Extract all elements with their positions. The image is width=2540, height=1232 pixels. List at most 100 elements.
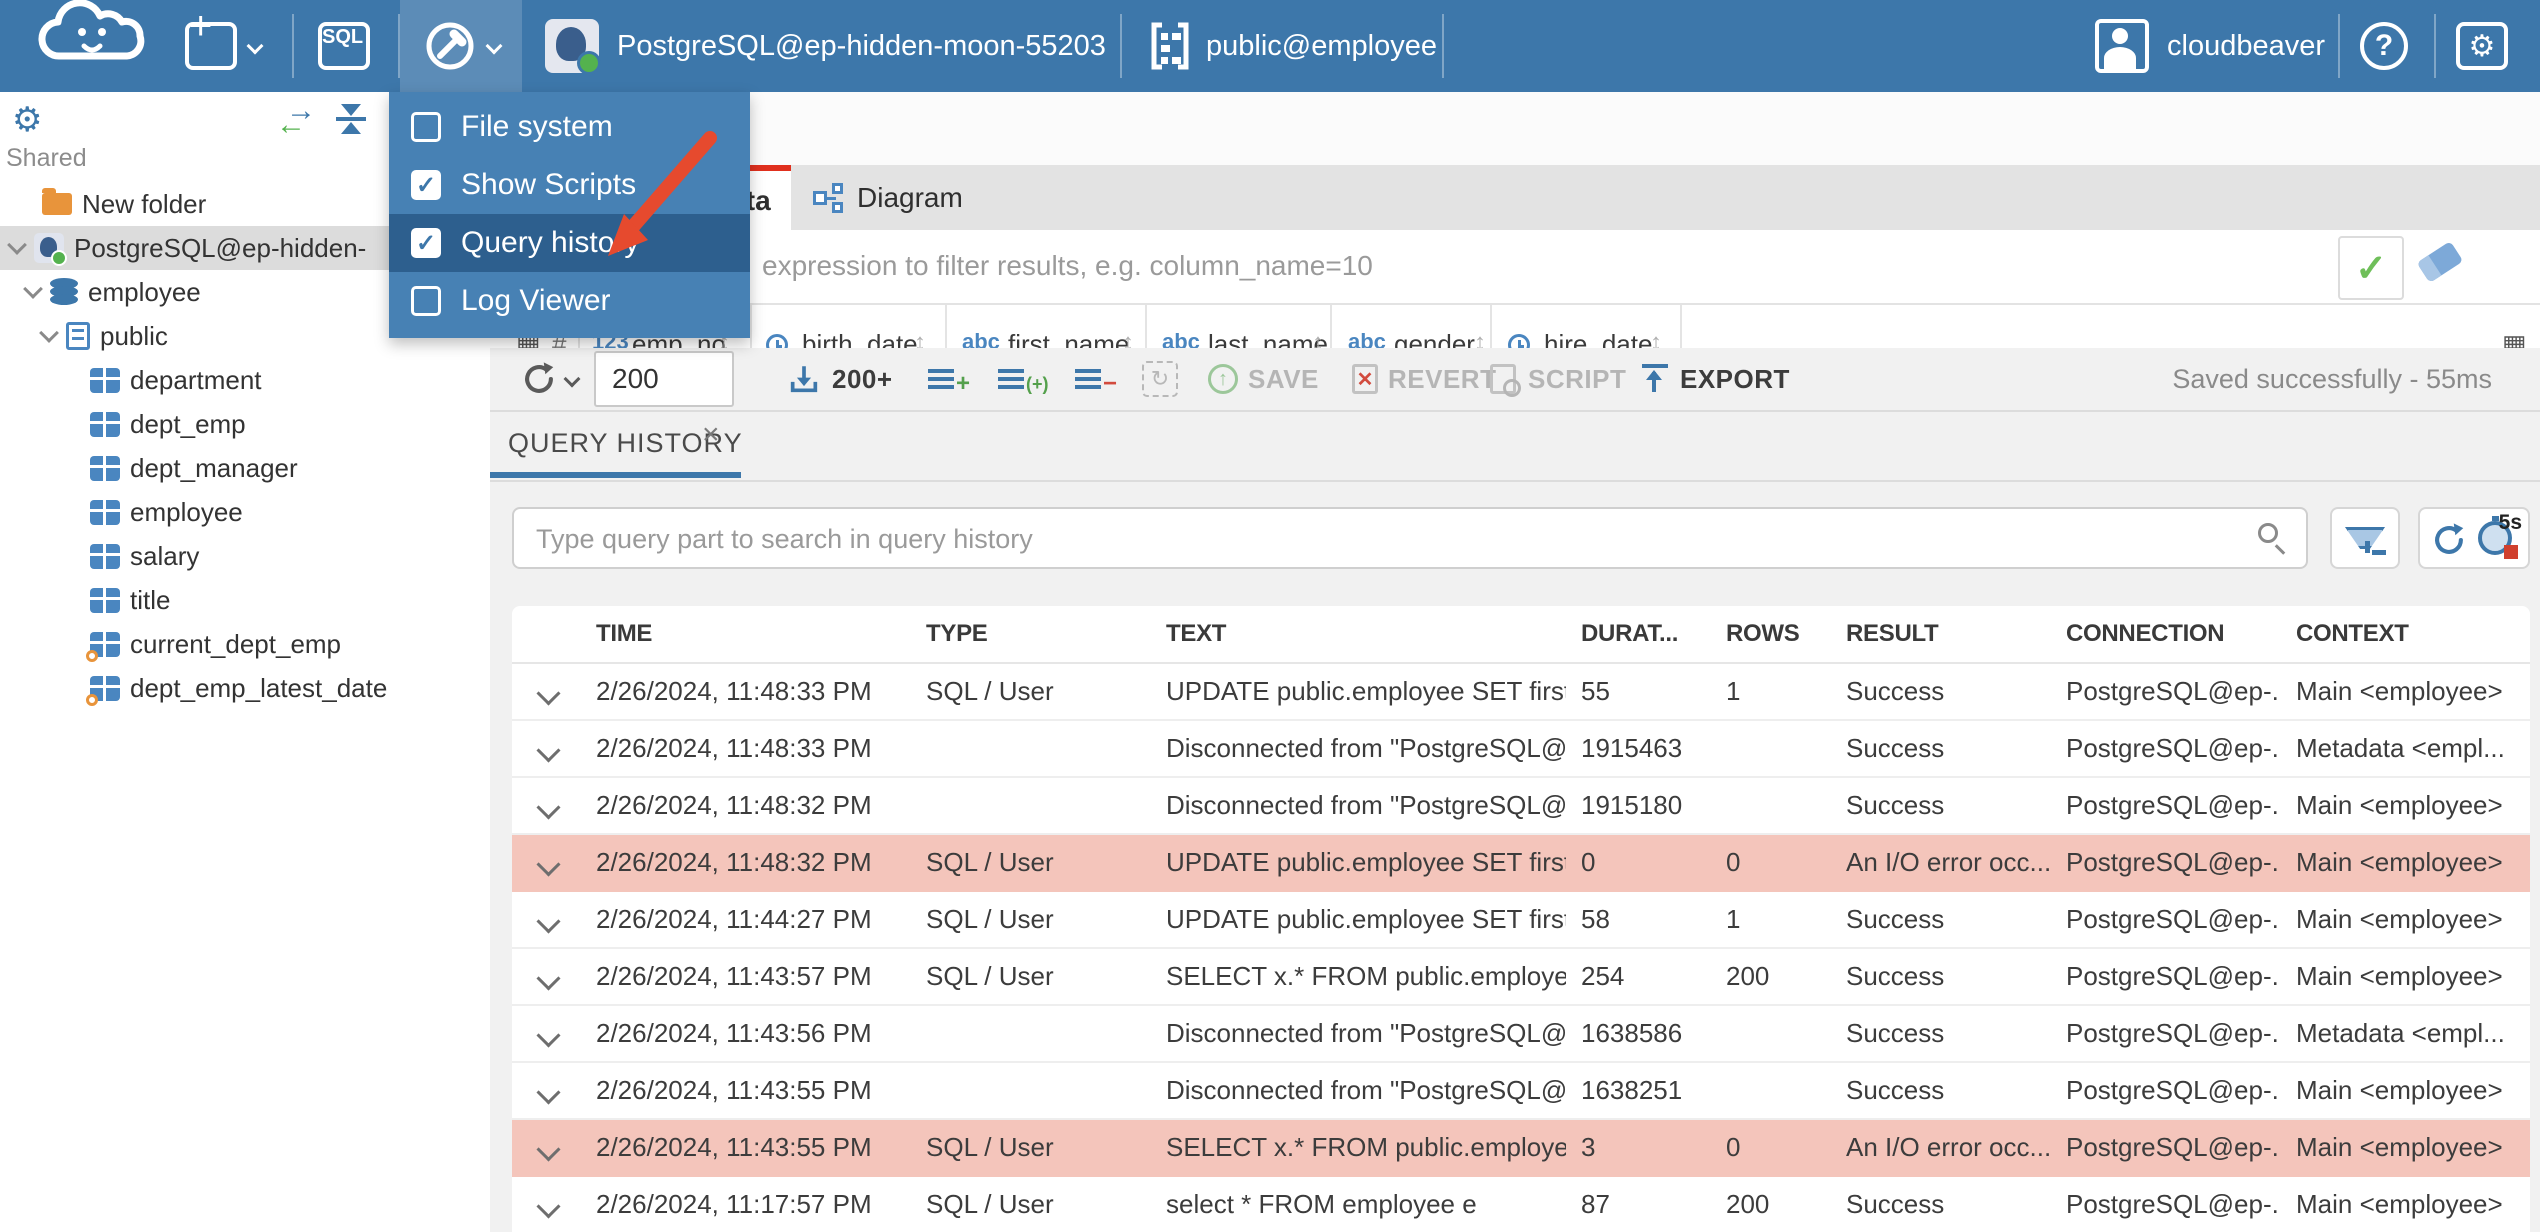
column-header-last-name[interactable]: last_name [1208, 329, 1328, 348]
fetch-more-button[interactable]: 200+ [786, 348, 893, 410]
divider [292, 14, 294, 78]
query-history-filter-button[interactable] [2330, 507, 2400, 569]
tree-item-view-dept-emp-latest-date[interactable]: dept_emp_latest_date [0, 666, 490, 710]
sql-icon: SQL [318, 22, 370, 70]
checkbox-unchecked-icon[interactable]: ✓ [411, 112, 441, 142]
postgresql-icon [34, 233, 67, 266]
history-row[interactable]: 2/26/2024, 11:43:56 PM Disconnected from… [512, 1006, 2530, 1063]
sync-navigation-icon[interactable]: → ← [276, 94, 316, 141]
sort-icon[interactable]: ↕ [914, 329, 926, 348]
close-icon[interactable]: × [702, 418, 720, 452]
tree-item-table-salary[interactable]: salary [0, 534, 490, 578]
chevron-down-icon[interactable] [39, 323, 59, 343]
user-menu[interactable]: cloudbeaver [2095, 18, 2325, 74]
cell-duration: 1638586 [1581, 1018, 1683, 1048]
collapse-all-icon[interactable] [334, 104, 368, 134]
cloud-beaver-logo-icon [38, 0, 145, 60]
col-header-type[interactable]: TYPE [926, 606, 1151, 662]
cloudbeaver-logo[interactable] [30, 0, 152, 62]
save-button[interactable]: ↑ SAVE [1208, 348, 1319, 410]
history-row[interactable]: 2/26/2024, 11:43:55 PM Disconnected from… [512, 1063, 2530, 1120]
new-connection-button[interactable]: + [185, 6, 264, 74]
col-header-connection[interactable]: CONNECTION [2066, 606, 2281, 662]
expand-chevron-icon[interactable] [536, 852, 561, 877]
history-row[interactable]: 2/26/2024, 11:44:27 PM SQL / User UPDATE… [512, 892, 2530, 949]
column-header-gender[interactable]: gender [1394, 329, 1475, 348]
history-row[interactable]: 2/26/2024, 11:48:32 PM Disconnected from… [512, 778, 2530, 835]
col-header-time[interactable]: TIME [596, 606, 896, 662]
tree-item-table-dept-manager[interactable]: dept_manager [0, 446, 490, 490]
expand-chevron-icon[interactable] [536, 795, 561, 820]
checkbox-checked-icon[interactable]: ✓ [411, 228, 441, 258]
filter-expression-input[interactable] [492, 234, 2540, 298]
column-header-birth-date[interactable]: birth_date [802, 329, 918, 348]
column-header-first-name[interactable]: first_name [1008, 329, 1129, 348]
settings-button[interactable]: ⚙ [2456, 18, 2508, 74]
menu-item-show-scripts[interactable]: ✓ Show Scripts [389, 156, 750, 214]
refresh-button[interactable] [520, 348, 581, 410]
grid-view-icon[interactable]: ▦ [2502, 329, 2527, 348]
export-button[interactable]: EXPORT [1642, 348, 1790, 410]
chevron-down-icon[interactable] [7, 235, 27, 255]
checkbox-checked-icon[interactable]: ✓ [411, 170, 441, 200]
col-header-duration[interactable]: DURAT... [1581, 606, 1711, 662]
expand-chevron-icon[interactable] [536, 681, 561, 706]
col-header-context[interactable]: CONTEXT [2296, 606, 2526, 662]
cell-result: Success [1846, 733, 1945, 763]
tree-item-table-department[interactable]: department [0, 358, 490, 402]
history-row[interactable]: 2/26/2024, 11:48:33 PM SQL / User UPDATE… [512, 664, 2530, 721]
add-row-button[interactable]: + [928, 348, 970, 410]
sort-icon[interactable]: ↕ [1312, 329, 1324, 348]
revert-button[interactable]: ✕ REVERT [1352, 348, 1496, 410]
column-header-hire-date[interactable]: hire_date [1544, 329, 1652, 348]
tree-item-table-dept-emp[interactable]: dept_emp [0, 402, 490, 446]
checkbox-unchecked-icon[interactable]: ✓ [411, 286, 441, 316]
help-button[interactable]: ? [2360, 18, 2408, 74]
sidebar-settings-gear-icon[interactable]: ⚙ [12, 100, 42, 140]
sql-editor-button[interactable]: SQL [318, 18, 370, 74]
col-header-text[interactable]: TEXT [1166, 606, 1566, 662]
history-row[interactable]: 2/26/2024, 11:17:57 PM SQL / User select… [512, 1177, 2530, 1232]
fetch-size-input[interactable] [594, 351, 734, 407]
cell-result: Success [1846, 1018, 1945, 1048]
tree-item-table-title[interactable]: title [0, 578, 490, 622]
tools-menu-button[interactable] [424, 18, 503, 74]
database-icon [50, 278, 78, 306]
cell-time: 2/26/2024, 11:43:55 PM [596, 1075, 872, 1105]
delete-row-button[interactable]: − [1075, 348, 1117, 410]
tab-diagram[interactable]: Diagram [795, 165, 981, 230]
expand-chevron-icon[interactable] [536, 738, 561, 763]
menu-item-query-history[interactable]: ✓ Query history [389, 214, 750, 272]
expand-chevron-icon[interactable] [536, 1080, 561, 1105]
expand-chevron-icon[interactable] [536, 1137, 561, 1162]
expand-chevron-icon[interactable] [536, 1194, 561, 1219]
expand-chevron-icon[interactable] [536, 1023, 561, 1048]
menu-item-log-viewer[interactable]: ✓ Log Viewer [389, 272, 750, 330]
script-label: SCRIPT [1528, 363, 1627, 394]
col-header-rows[interactable]: ROWS [1726, 606, 1831, 662]
tree-item-table-employee[interactable]: employee [0, 490, 490, 534]
history-row-error[interactable]: 2/26/2024, 11:43:55 PM SQL / User SELECT… [512, 1120, 2530, 1177]
cell-time: 2/26/2024, 11:48:33 PM [596, 733, 872, 763]
expand-chevron-icon[interactable] [536, 966, 561, 991]
schema-selector[interactable]: public@employee [1150, 18, 1437, 74]
refresh-table-button-disabled[interactable]: ↻ [1142, 348, 1178, 410]
query-history-search-input[interactable] [514, 509, 2258, 569]
sort-icon[interactable]: ↕ [1122, 329, 1134, 348]
script-button[interactable]: SCRIPT [1490, 348, 1626, 410]
history-row-error[interactable]: 2/26/2024, 11:48:32 PM SQL / User UPDATE… [512, 835, 2530, 892]
expand-chevron-icon[interactable] [536, 909, 561, 934]
history-row[interactable]: 2/26/2024, 11:43:57 PM SQL / User SELECT… [512, 949, 2530, 1006]
tree-item-view-current-dept-emp[interactable]: current_dept_emp [0, 622, 490, 666]
cell-result: An I/O error occ... [1846, 847, 2051, 877]
col-header-result[interactable]: RESULT [1846, 606, 2051, 662]
duplicate-row-button[interactable]: (+) [998, 348, 1049, 410]
sort-icon[interactable]: ↕ [1474, 329, 1486, 348]
apply-filter-button[interactable]: ✓ [2338, 236, 2404, 300]
menu-item-file-system[interactable]: ✓ File system [389, 98, 750, 156]
chevron-down-icon[interactable] [23, 279, 43, 299]
active-connection[interactable]: PostgreSQL@ep-hidden-moon-55203 [545, 18, 1106, 75]
query-history-auto-refresh-button[interactable]: 5s [2418, 507, 2530, 569]
sort-icon[interactable]: ↕ [1650, 329, 1662, 348]
history-row[interactable]: 2/26/2024, 11:48:33 PM Disconnected from… [512, 721, 2530, 778]
